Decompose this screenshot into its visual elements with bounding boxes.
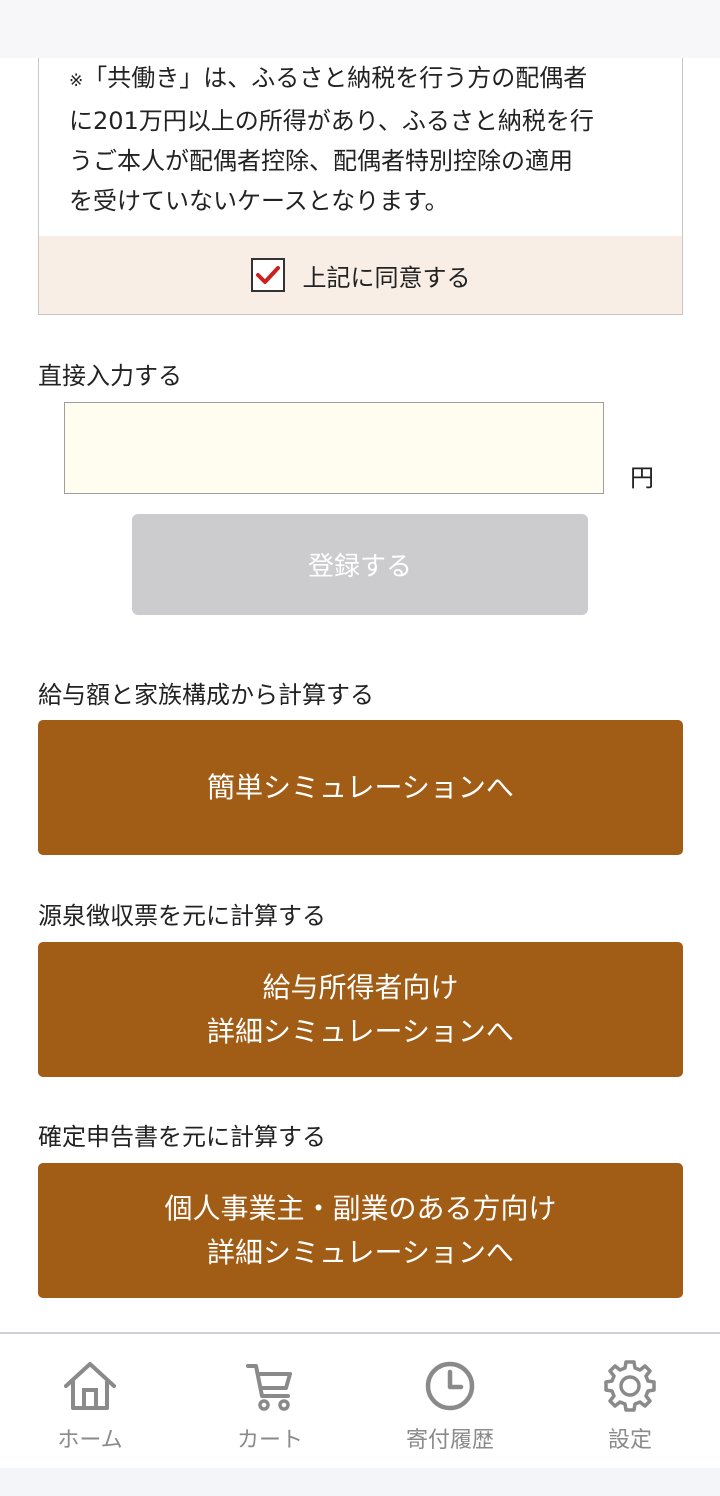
tab-settings-label: 設定 (607, 1428, 652, 1453)
bottom-tab-bar: ホーム カート 寄付履歴 設定 (0, 1332, 720, 1468)
simple-simulation-label: 簡単シミュレーションへ (207, 770, 514, 804)
home-icon (64, 1362, 116, 1410)
tab-cart-label: カート (236, 1428, 303, 1453)
tab-cart[interactable]: カート (180, 1334, 360, 1468)
gear-icon (604, 1360, 656, 1412)
simple-simulation-button[interactable]: 簡単シミュレーションへ (38, 720, 683, 855)
yen-unit: 円 (630, 464, 654, 492)
tab-donation-history-label: 寄付履歴 (405, 1428, 494, 1453)
register-button[interactable]: 登録する (132, 514, 588, 615)
agree-row[interactable]: 上記に同意する (39, 236, 682, 314)
tab-home-label: ホーム (57, 1428, 123, 1453)
agree-label: 上記に同意する (302, 263, 471, 292)
section-label-tax-return: 確定申告書を元に計算する (38, 1123, 326, 1151)
notice-box: ※「共働き」は、ふるさと納税を行う方の配偶者 に201万円以上の所得があり、ふる… (38, 58, 683, 315)
business-simulation-line2: 詳細シミュレーションへ (207, 1235, 514, 1269)
direct-input-label: 直接入力する (38, 362, 182, 390)
section-label-simple: 給与額と家族構成から計算する (38, 681, 374, 709)
salary-detailed-simulation-button[interactable]: 給与所得者向け 詳細シミュレーションへ (38, 942, 683, 1077)
business-simulation-line1: 個人事業主・副業のある方向け (164, 1191, 557, 1225)
agree-checkbox[interactable] (250, 258, 285, 292)
notice-text: ※「共働き」は、ふるさと納税を行う方の配偶者 に201万円以上の所得があり、ふる… (69, 58, 659, 221)
section-label-withholding: 源泉徴収票を元に計算する (38, 902, 326, 930)
amount-input[interactable] (64, 402, 604, 494)
cart-icon (246, 1364, 292, 1411)
business-detailed-simulation-button[interactable]: 個人事業主・副業のある方向け 詳細シミュレーションへ (38, 1163, 683, 1298)
system-navigation-bar (0, 1468, 720, 1496)
salary-simulation-line2: 詳細シミュレーションへ (207, 1014, 514, 1048)
notice-mark: ※ (69, 71, 84, 91)
tab-settings[interactable]: 設定 (540, 1334, 720, 1468)
clock-icon (425, 1361, 475, 1411)
notice-body: 「共働き」は、ふるさと納税を行う方の配偶者 に201万円以上の所得があり、ふるさ… (69, 64, 594, 215)
status-bar (0, 0, 720, 58)
tab-home[interactable]: ホーム (0, 1334, 180, 1468)
check-icon (255, 266, 280, 284)
salary-simulation-line1: 給与所得者向け (262, 970, 459, 1004)
tab-donation-history[interactable]: 寄付履歴 (360, 1334, 540, 1468)
